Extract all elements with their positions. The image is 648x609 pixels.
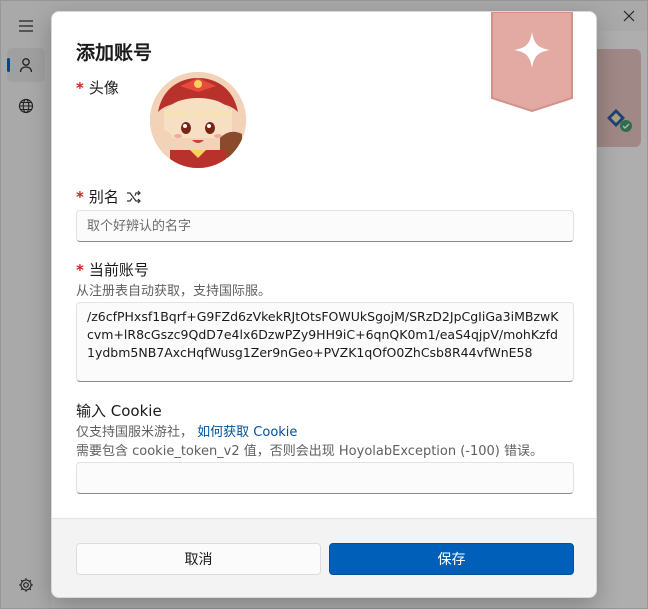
avatar-picker[interactable] [150, 72, 246, 168]
alias-label-row: * 别名 [76, 186, 142, 207]
how-to-get-cookie-link[interactable]: 如何获取 Cookie [197, 425, 297, 440]
required-marker: * [76, 187, 84, 206]
required-marker: * [76, 78, 84, 97]
cookie-input[interactable] [76, 462, 574, 494]
current-account-hint: 从注册表自动获取，支持国际服。 [76, 284, 272, 299]
dialog-body: 添加账号 * 头像 * 别名 取个好辨认的名字 * 当前账号 从注册表自动获取，… [52, 12, 596, 518]
shuffle-icon [126, 190, 141, 203]
current-account-field[interactable]: /z6cfPHxsf1Bqrf+G9FZd6zVkekRJtOtsFOWUkSg… [76, 302, 574, 382]
save-button[interactable]: 保存 [329, 543, 574, 575]
alias-label: 别名 [88, 188, 119, 206]
cookie-requirement-hint: 需要包含 cookie_token_v2 值，否则会出现 HoyolabExce… [76, 444, 544, 459]
cookie-hint-row: 仅支持国服米游社， 如何获取 Cookie [76, 421, 297, 440]
cookie-label: 输入 Cookie [76, 402, 162, 420]
add-account-dialog: 添加账号 * 头像 * 别名 取个好辨认的名字 * 当前账号 从注册表自动获取，… [51, 11, 597, 598]
avatar-label: 头像 [88, 79, 119, 97]
cookie-hint-text: 仅支持国服米游社， [76, 425, 194, 440]
required-marker: * [76, 260, 84, 279]
random-alias-button[interactable] [126, 190, 142, 204]
dialog-footer: 取消 保存 [52, 518, 596, 597]
avatar-label-row: * 头像 [76, 77, 119, 98]
alias-input[interactable] [76, 210, 574, 242]
avatar-image [150, 72, 246, 168]
cancel-button[interactable]: 取消 [76, 543, 321, 575]
current-account-label-row: * 当前账号 [76, 259, 149, 280]
dialog-title: 添加账号 [76, 42, 153, 64]
current-account-label: 当前账号 [88, 261, 149, 279]
ribbon-badge-icon [491, 12, 573, 112]
